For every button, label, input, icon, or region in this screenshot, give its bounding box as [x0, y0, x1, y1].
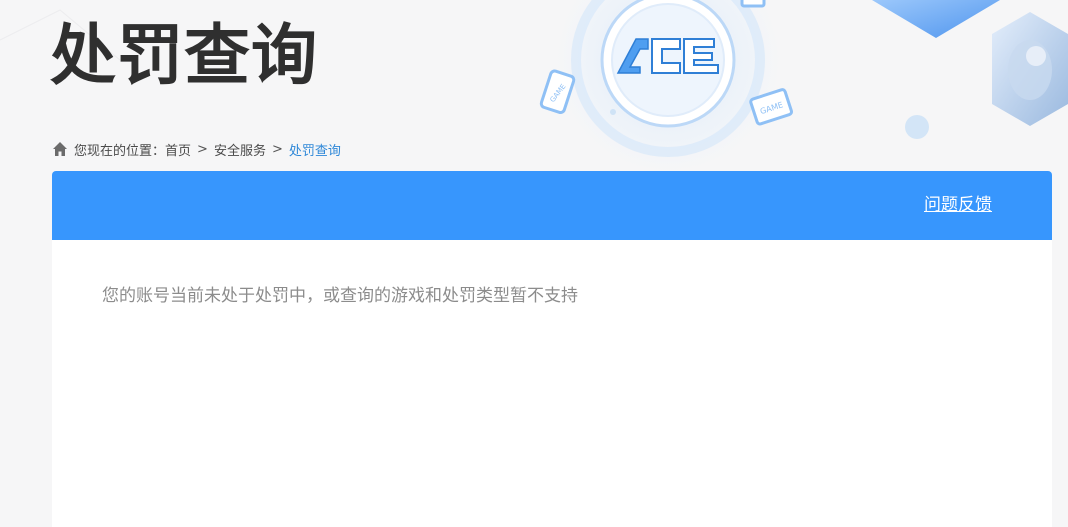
breadcrumb-separator: > [197, 141, 208, 157]
home-icon [53, 142, 67, 156]
breadcrumb-home-link[interactable]: 首页 [165, 140, 191, 159]
page: GAME GAME 处罚查询 您现在的位置： 首页 > 安全服务 > 处罚查询 … [0, 0, 1068, 527]
svg-text:GAME: GAME [759, 100, 784, 116]
page-title: 处罚查询 [50, 17, 318, 94]
breadcrumb-prefix: 您现在的位置： [74, 143, 166, 159]
result-message: 您的账号当前未处于处罚中，或查询的游戏和处罚类型暂不支持 [102, 286, 578, 306]
breadcrumb-current-page[interactable]: 处罚查询 [289, 140, 341, 159]
panel-header: 问题反馈 [52, 171, 1052, 240]
breadcrumb-separator: > [271, 141, 283, 157]
breadcrumb: 您现在的位置： 首页 > 安全服务 > 处罚查询 [52, 139, 341, 159]
result-panel: 问题反馈 您的账号当前未处于处罚中，或查询的游戏和处罚类型暂不支持 [52, 171, 1052, 527]
ace-logo [616, 38, 719, 74]
feedback-link[interactable]: 问题反馈 [924, 194, 992, 216]
breadcrumb-security-service-link[interactable]: 安全服务 [214, 140, 266, 159]
svg-text:GAME: GAME [549, 83, 568, 104]
